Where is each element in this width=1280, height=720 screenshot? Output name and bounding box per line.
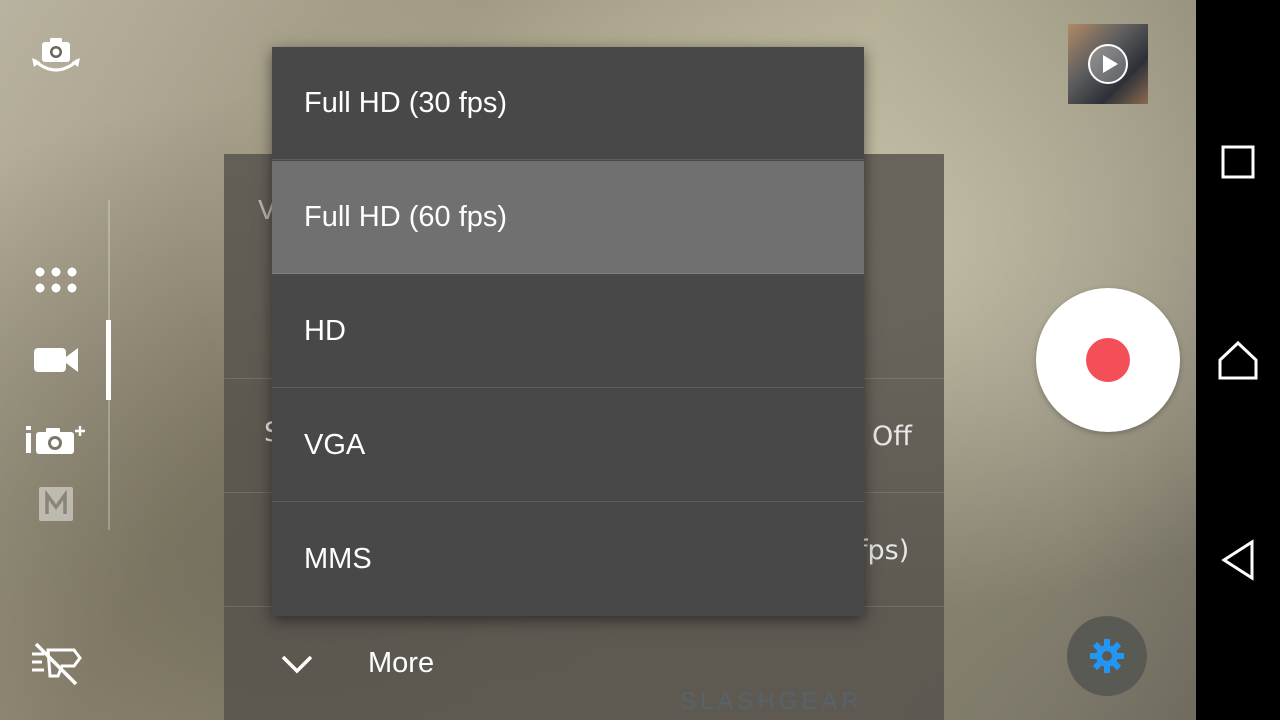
chevron-down-icon (281, 655, 313, 674)
last-capture-thumbnail[interactable] (1068, 24, 1148, 104)
dropdown-option-label: MMS (304, 543, 372, 575)
settings-row-value: Off (872, 421, 912, 452)
system-navigation-bar (1196, 0, 1280, 720)
apps-grid-icon (35, 267, 77, 293)
home-icon (1218, 340, 1258, 380)
dropdown-option-selected[interactable]: Full HD (60 fps) (272, 161, 864, 274)
dropdown-option[interactable]: MMS (272, 503, 864, 616)
recents-button[interactable] (1214, 138, 1262, 186)
back-button[interactable] (1214, 536, 1262, 584)
manual-mode-icon (39, 487, 73, 521)
dropdown-option[interactable]: HD (272, 275, 864, 388)
switch-camera-button[interactable] (28, 34, 84, 78)
camera-apps-button[interactable] (32, 262, 80, 298)
dropdown-option-label: Full HD (30 fps) (304, 86, 508, 119)
back-triangle-icon (1221, 539, 1254, 581)
record-dot (1086, 338, 1130, 382)
manual-mode-button[interactable] (38, 486, 74, 522)
record-button[interactable] (1036, 288, 1180, 432)
more-label: More (368, 647, 435, 679)
flash-off-icon (32, 642, 82, 686)
video-mode-button[interactable] (30, 342, 82, 378)
play-icon (1088, 44, 1128, 84)
mode-selector-indicator (106, 320, 111, 400)
dropdown-option[interactable]: Full HD (30 fps) (272, 47, 864, 160)
gear-icon (1090, 639, 1124, 673)
square-icon (1221, 145, 1255, 179)
home-button[interactable] (1214, 336, 1262, 384)
video-camera-icon (34, 348, 78, 372)
flash-toggle-button[interactable] (28, 640, 84, 688)
video-size-dropdown: Full HD (30 fps) Full HD (60 fps) HD VGA… (272, 47, 864, 616)
dropdown-option[interactable]: VGA (272, 389, 864, 502)
dropdown-option-label: VGA (304, 428, 366, 461)
camera-plus-icon (26, 426, 85, 454)
settings-row-value: fps) (858, 535, 910, 566)
watermark: SLASHGEAR (680, 688, 863, 715)
superior-auto-button[interactable] (24, 420, 92, 460)
dropdown-option-label: HD (304, 314, 346, 347)
dropdown-option-label: Full HD (60 fps) (304, 200, 508, 233)
camera-switch-icon (32, 38, 80, 72)
settings-button[interactable] (1067, 616, 1147, 696)
